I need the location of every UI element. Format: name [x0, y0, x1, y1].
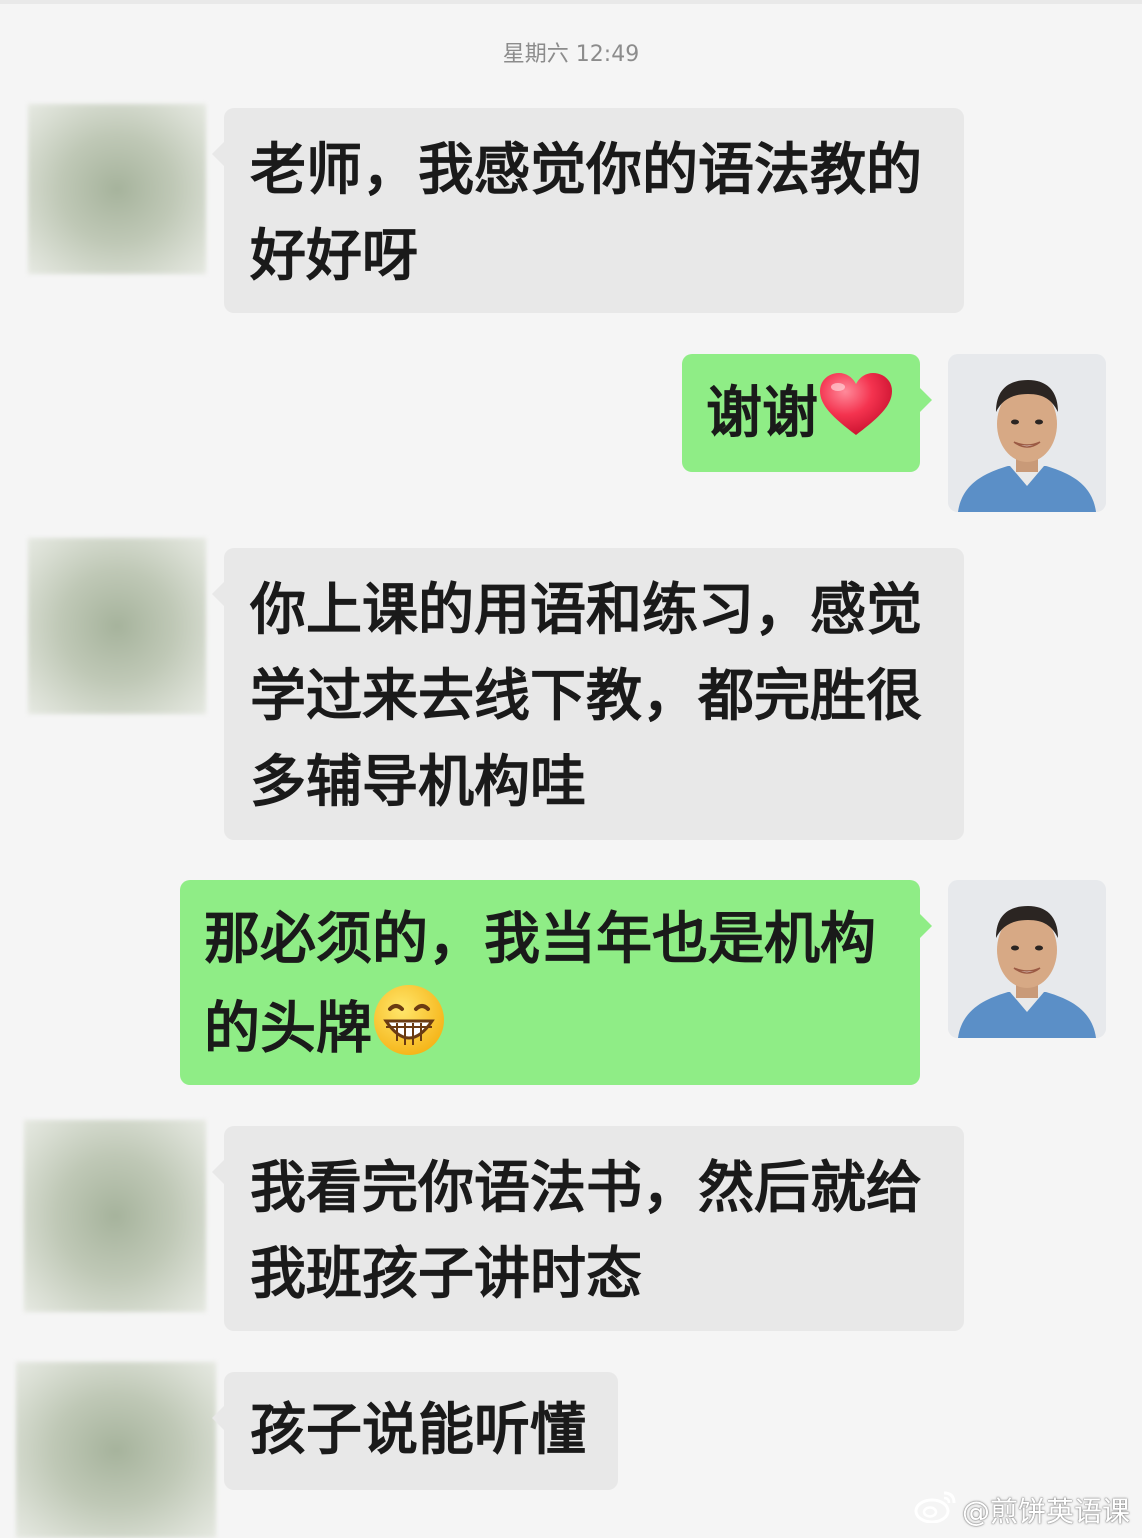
weibo-icon	[914, 1489, 958, 1530]
message-text: 我班孩子讲时态	[250, 1242, 642, 1307]
message-text: 好好呀	[250, 224, 418, 289]
message-bubble-incoming[interactable]: 老师，我感觉你的语法教的 好好呀	[212, 108, 964, 313]
message-text: 谢谢	[706, 371, 896, 462]
watermark: @煎饼英语课	[914, 1489, 1130, 1530]
contact-avatar[interactable]	[28, 538, 206, 714]
contact-avatar[interactable]	[28, 104, 206, 274]
message-bubble-outgoing[interactable]: 谢谢	[682, 354, 932, 472]
message-text: 的头牌	[204, 983, 896, 1082]
my-avatar[interactable]	[948, 354, 1106, 512]
message-bubble-incoming[interactable]: 孩子说能听懂	[212, 1372, 618, 1490]
message-text: 多辅导机构哇	[250, 750, 586, 815]
watermark-text: @煎饼英语课	[961, 1494, 1130, 1528]
message-text: 你上课的用语和练习，感觉	[250, 578, 922, 643]
message-text: 孩子说能听懂	[250, 1398, 586, 1463]
message-text: 老师，我感觉你的语法教的	[250, 138, 922, 203]
message-bubble-incoming[interactable]: 我看完你语法书，然后就给 我班孩子讲时态	[212, 1126, 964, 1331]
message-text: 我看完你语法书，然后就给	[250, 1156, 922, 1221]
message-text: 学过来去线下教，都完胜很	[250, 664, 922, 729]
message-bubble-outgoing[interactable]: 那必须的，我当年也是机构 的头牌	[180, 880, 932, 1085]
red-heart-icon	[818, 371, 894, 462]
grinning-face-icon	[372, 983, 446, 1082]
contact-avatar[interactable]	[24, 1120, 206, 1312]
chat-timestamp: 星期六 12:49	[502, 42, 640, 67]
my-avatar[interactable]	[948, 880, 1106, 1038]
message-text: 那必须的，我当年也是机构	[204, 907, 876, 972]
top-divider	[0, 0, 1142, 4]
contact-avatar[interactable]	[16, 1362, 216, 1538]
message-bubble-incoming[interactable]: 你上课的用语和练习，感觉 学过来去线下教，都完胜很 多辅导机构哇	[212, 548, 964, 840]
